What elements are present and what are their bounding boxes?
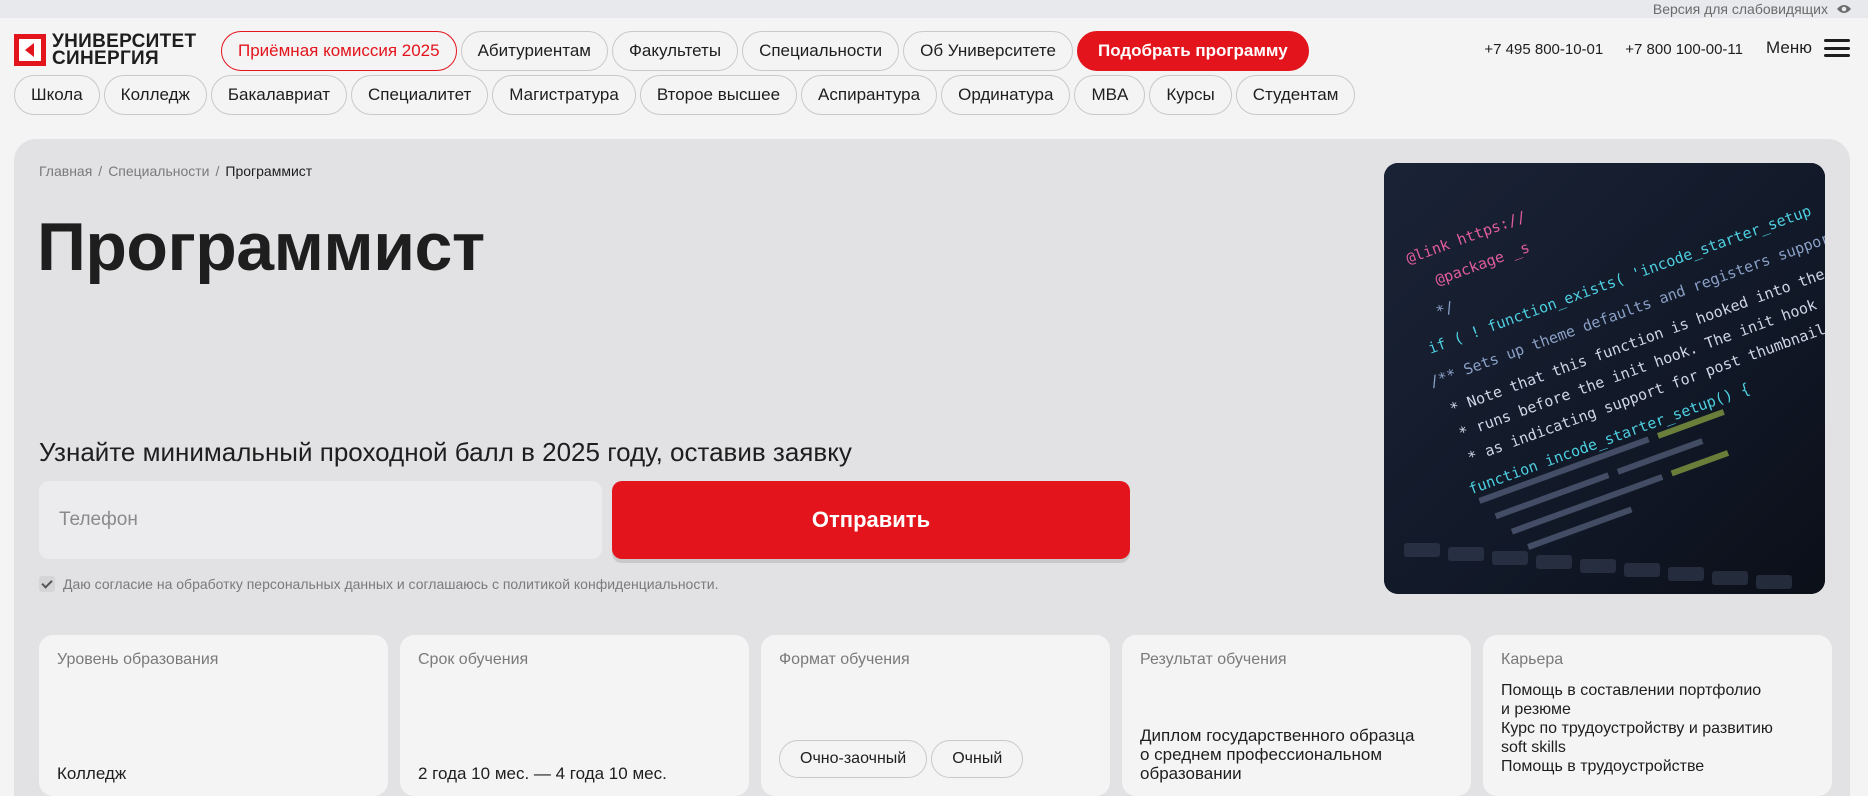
consent-row: Даю согласие на обработку персональных д…: [39, 576, 718, 592]
career-list: Помощь в составлении портфолио и резюме …: [1501, 682, 1773, 775]
accessibility-link[interactable]: Версия для слабовидящих: [1653, 0, 1852, 18]
card-value: Диплом государственного образца о средне…: [1140, 726, 1415, 783]
top-utility-bar: Версия для слабовидящих: [0, 0, 1868, 18]
hamburger-icon: [1824, 39, 1850, 57]
card-heading: Карьера: [1501, 651, 1564, 668]
nav-about-university[interactable]: Об Университете: [903, 31, 1073, 71]
nav-admissions-2025[interactable]: Приёмная комиссия 2025: [221, 31, 457, 71]
choose-program-button[interactable]: Подобрать программу: [1076, 31, 1309, 71]
nav-college[interactable]: Колледж: [103, 75, 207, 115]
format-tag-full-time[interactable]: Очный: [931, 740, 1024, 778]
nav-faculties[interactable]: Факультеты: [611, 31, 739, 71]
breadcrumb-current: Программист: [225, 163, 313, 179]
secondary-nav: Школа Колледж Бакалавриат Специалитет Ма…: [14, 75, 1356, 115]
card-study-result: Результат обучения Диплом государственно…: [1122, 635, 1471, 796]
nav-specialist[interactable]: Специалитет: [350, 75, 489, 115]
logo-icon: [14, 34, 46, 66]
menu-label: Меню: [1766, 38, 1812, 57]
card-heading: Формат обучения: [779, 651, 910, 668]
card-career: Карьера Помощь в составлении портфолио и…: [1483, 635, 1832, 796]
format-tag-part-time[interactable]: Очно-заочный: [779, 740, 928, 778]
logo[interactable]: УНИВЕРСИТЕТ СИНЕРГИЯ: [14, 31, 197, 69]
submit-button[interactable]: Отправить: [612, 481, 1130, 559]
card-heading: Уровень образования: [57, 651, 219, 668]
nav-mba[interactable]: MBA: [1074, 75, 1146, 115]
nav-second-higher[interactable]: Второе высшее: [639, 75, 798, 115]
page-title: Программист: [37, 209, 485, 285]
card-value: 2 года 10 мес. — 4 года 10 мес.: [418, 764, 667, 783]
accessibility-label: Версия для слабовидящих: [1652, 1, 1828, 17]
phone-link-tollfree[interactable]: +7 800 100-00-11: [1625, 41, 1743, 58]
card-study-duration: Срок обучения 2 года 10 мес. — 4 года 10…: [400, 635, 749, 796]
nav-school[interactable]: Школа: [14, 75, 100, 115]
hero-image: @link https:// @package _s */ if ( ! fun…: [1384, 163, 1825, 594]
primary-nav: Приёмная комиссия 2025 Абитуриентам Факу…: [221, 31, 1309, 71]
breadcrumb: Главная / Специальности / Программист: [39, 163, 312, 179]
eye-icon: [1837, 5, 1851, 13]
logo-text: УНИВЕРСИТЕТ СИНЕРГИЯ: [52, 31, 197, 69]
breadcrumb-home[interactable]: Главная: [39, 163, 92, 179]
card-heading: Результат обучения: [1140, 651, 1287, 668]
menu-button[interactable]: Меню: [1766, 38, 1850, 58]
phone-input[interactable]: [39, 481, 602, 559]
card-education-level: Уровень образования Колледж: [39, 635, 388, 796]
nav-applicants[interactable]: Абитуриентам: [460, 31, 608, 71]
program-info-cards: Уровень образования Колледж Срок обучени…: [39, 635, 1832, 796]
nav-courses[interactable]: Курсы: [1149, 75, 1232, 115]
breadcrumb-separator: /: [98, 163, 103, 179]
nav-residency[interactable]: Ординатура: [941, 75, 1071, 115]
breadcrumb-specialties[interactable]: Специальности: [108, 163, 209, 179]
consent-checkbox[interactable]: [39, 576, 55, 592]
format-tags: Очно-заочный Очный: [779, 740, 1024, 778]
nav-students[interactable]: Студентам: [1235, 75, 1356, 115]
lead-form-heading: Узнайте минимальный проходной балл в 202…: [39, 437, 852, 467]
code-screen-image: @link https:// @package _s */ if ( ! fun…: [1384, 163, 1825, 594]
phone-link-moscow[interactable]: +7 495 800-10-01: [1484, 41, 1603, 58]
card-heading: Срок обучения: [418, 651, 529, 668]
nav-postgraduate[interactable]: Аспирантура: [801, 75, 938, 115]
card-study-format: Формат обучения Очно-заочный Очный: [761, 635, 1110, 796]
card-value: Колледж: [57, 764, 127, 783]
breadcrumb-separator: /: [215, 163, 220, 179]
nav-master[interactable]: Магистратура: [492, 75, 636, 115]
phone-numbers: +7 495 800-10-01 +7 800 100-00-11: [1484, 41, 1743, 58]
nav-bachelor[interactable]: Бакалавриат: [210, 75, 347, 115]
consent-text: Даю согласие на обработку персональных д…: [63, 576, 719, 592]
nav-specialties[interactable]: Специальности: [742, 31, 900, 71]
